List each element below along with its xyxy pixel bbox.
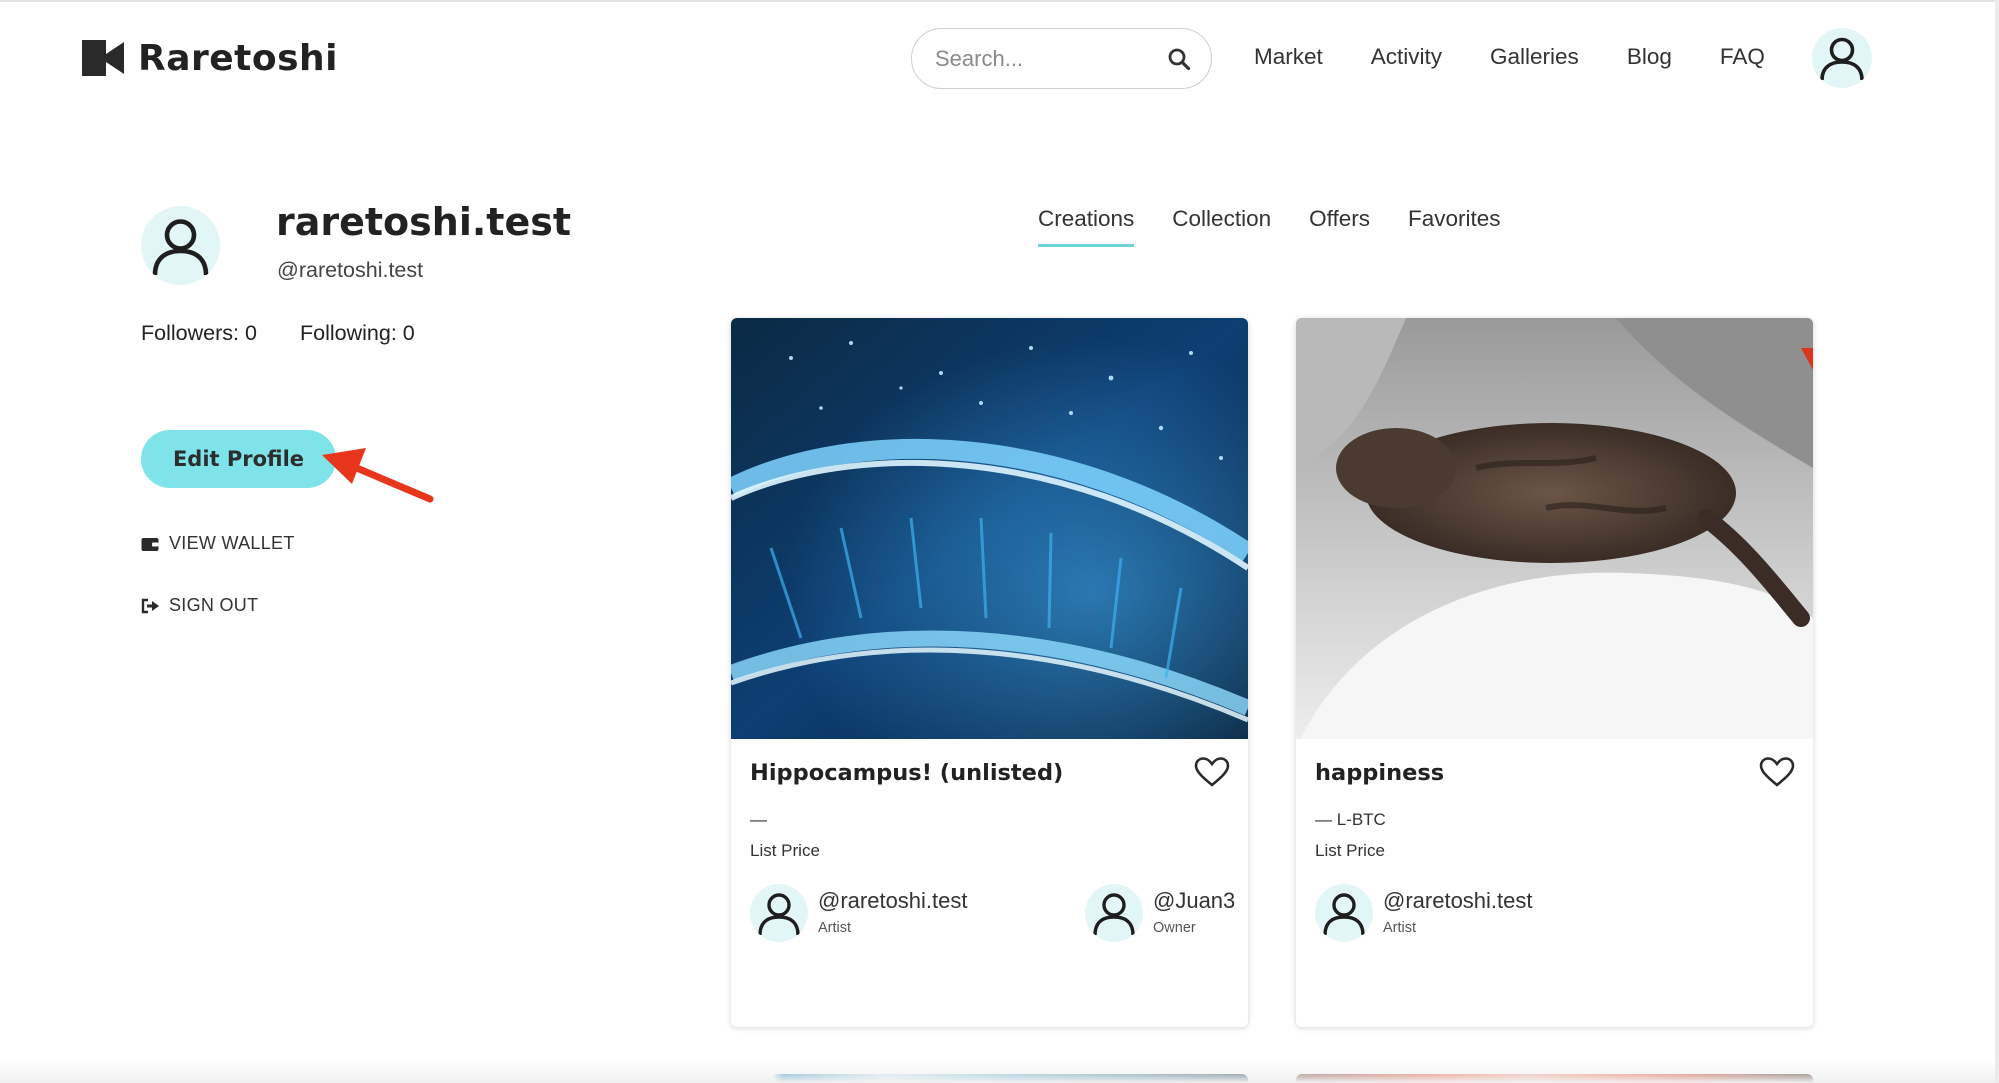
top-header: Raretoshi Market Activity Galleries Blog… [0,0,1999,112]
followers-count[interactable]: Followers: 0 [141,321,257,346]
owner-handle[interactable]: @Juan3 [1153,888,1235,914]
artist-info[interactable]: @raretoshi.test Artist [750,884,968,942]
user-avatar-icon[interactable] [1812,28,1872,88]
sign-out-label: SIGN OUT [169,595,259,615]
artwork-image-happiness[interactable] [1296,318,1813,739]
wallet-icon [141,537,159,551]
page-scrollbar[interactable] [1995,0,1999,1083]
tab-collection[interactable]: Collection [1172,206,1271,247]
profile-handle: @raretoshi.test [277,258,424,282]
artwork-card-hippocampus[interactable]: Hippocampus! (unlisted) — List Price @ra… [731,318,1248,1027]
nav-activity[interactable]: Activity [1371,44,1442,70]
tab-favorites[interactable]: Favorites [1408,206,1501,247]
edit-profile-button[interactable]: Edit Profile [141,430,336,488]
search-input[interactable] [935,45,1167,72]
artist-avatar-icon[interactable] [750,884,808,942]
artwork-title[interactable]: happiness [1315,760,1444,786]
nav-market[interactable]: Market [1254,44,1323,70]
list-price-label: List Price [1315,841,1385,860]
search-box[interactable] [911,28,1212,89]
nav-galleries[interactable]: Galleries [1490,44,1579,70]
profile-avatar-icon [141,206,220,285]
artist-handle[interactable]: @raretoshi.test [818,888,968,914]
main-nav: Market Activity Galleries Blog FAQ [1254,44,1765,70]
search-icon[interactable] [1167,47,1191,71]
sign-out-icon [141,598,159,613]
tab-creations[interactable]: Creations [1038,206,1135,247]
list-price-value: — [750,810,767,829]
page-bottom-edge [0,1060,1999,1083]
following-count[interactable]: Following: 0 [300,321,415,346]
list-price-value: — L-BTC [1315,810,1386,829]
artwork-image-hippocampus[interactable] [731,318,1248,739]
favorite-heart-icon[interactable] [1759,756,1795,788]
list-price-label: List Price [750,841,820,860]
favorite-heart-icon[interactable] [1194,756,1230,788]
annotation-arrow-icon [322,448,434,503]
nav-blog[interactable]: Blog [1627,44,1672,70]
sign-out-link[interactable]: SIGN OUT [141,595,258,616]
owner-info[interactable]: @Juan3 Owner [1085,884,1235,942]
brand-name: Raretoshi [138,37,339,79]
owner-role: Owner [1153,920,1196,936]
nav-faq[interactable]: FAQ [1720,44,1765,70]
profile-tabs: Creations Collection Offers Favorites [1038,206,1501,247]
artist-role: Artist [1383,920,1417,936]
artist-role: Artist [818,920,852,936]
artist-info[interactable]: @raretoshi.test Artist [1315,884,1533,942]
view-wallet-label: VIEW WALLET [169,533,295,553]
artwork-title[interactable]: Hippocampus! (unlisted) [750,760,1063,786]
raretoshi-logo-icon [82,40,124,76]
artwork-card-happiness[interactable]: happiness — L-BTC List Price @raretoshi.… [1296,318,1813,1027]
profile-name: raretoshi.test [276,200,572,244]
brand-logo[interactable]: Raretoshi [82,36,338,80]
owner-avatar-icon[interactable] [1085,884,1143,942]
artist-avatar-icon[interactable] [1315,884,1373,942]
artist-handle[interactable]: @raretoshi.test [1383,888,1533,914]
tab-offers[interactable]: Offers [1309,206,1370,247]
view-wallet-link[interactable]: VIEW WALLET [141,533,295,554]
